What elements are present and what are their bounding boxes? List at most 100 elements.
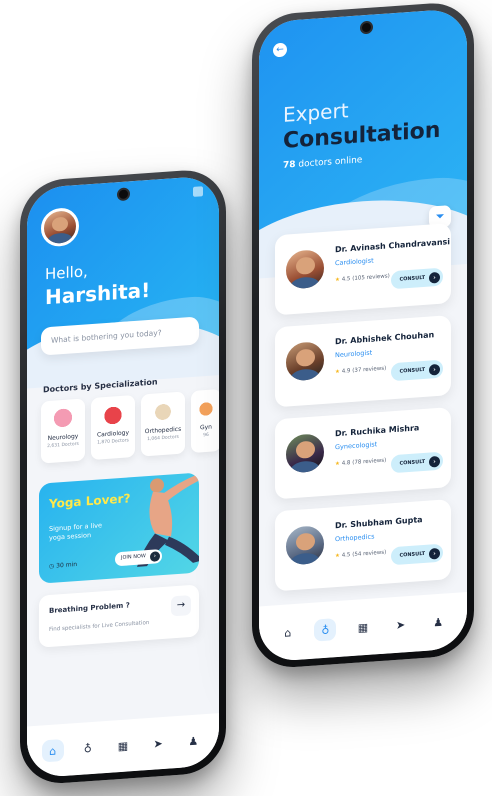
tab-doctors[interactable]: ♁: [314, 618, 337, 642]
tab-calendar[interactable]: ▦: [352, 615, 374, 639]
review-count: (54 reviews): [352, 549, 387, 558]
gynecology-icon: [199, 397, 213, 421]
tab-home[interactable]: ⌂: [41, 738, 64, 763]
breathing-title: Breathing Problem ?: [49, 601, 130, 615]
menu-icon[interactable]: [193, 186, 203, 197]
doctor-name: Dr. Abhishek Chouhan: [335, 330, 435, 347]
arrow-right-icon: ›: [429, 271, 440, 284]
arrow-right-icon[interactable]: →: [171, 595, 191, 617]
consult-button[interactable]: CONSULT ›: [391, 359, 443, 382]
consult-label: CONSULT: [399, 274, 425, 283]
user-icon: ♟: [433, 615, 444, 629]
page-title-line1: Expert: [283, 98, 349, 127]
consult-label: CONSULT: [399, 458, 425, 467]
specialization-count: 1,064 Doctors: [147, 434, 179, 443]
specialization-card-cardiology[interactable]: Cardiology 1,870 Doctors: [91, 394, 135, 461]
tab-messages[interactable]: ➤: [390, 613, 412, 637]
doctor-specialty: Orthopedics: [335, 532, 375, 544]
home-icon: ⌂: [284, 625, 292, 640]
heart-icon: [102, 403, 124, 428]
doctor-card[interactable]: Dr. Shubham Gupta Orthopedics ★ 4.5 (54 …: [275, 499, 451, 592]
promo-duration-text: 30 min: [56, 561, 78, 570]
doctor-card[interactable]: Dr. Abhishek Chouhan Neurologist ★ 4.9 (…: [275, 315, 451, 408]
review-count: (105 reviews): [352, 273, 390, 282]
tab-profile[interactable]: ♟: [182, 729, 204, 753]
rating-value: 4.5: [341, 552, 351, 559]
review-count: (37 reviews): [352, 365, 387, 374]
doctor-avatar: [283, 429, 327, 477]
promo-subtitle: Signup for a live yoga session: [49, 521, 102, 542]
tab-messages[interactable]: ➤: [147, 732, 169, 756]
specialization-card-neurology[interactable]: Neurology 2,631 Doctors: [41, 398, 85, 464]
specialization-card-orthopedics[interactable]: Orthopedics 1,064 Doctors: [141, 391, 185, 457]
doctor-card[interactable]: Dr. Ruchika Mishra Gynecologist ★ 4.8 (7…: [275, 407, 451, 500]
consultation-screen: ← Expert Consultation 78 doctors online …: [259, 7, 467, 663]
join-now-label: JOIN NOW: [121, 553, 146, 561]
arrow-right-icon: ›: [429, 363, 440, 376]
doctor-name: Dr. Shubham Gupta: [335, 515, 423, 531]
specialization-count: 96: [203, 432, 209, 439]
arrow-right-icon: ›: [429, 547, 440, 560]
consult-button[interactable]: CONSULT ›: [391, 543, 443, 566]
send-icon: ➤: [395, 617, 406, 632]
doctor-rating: ★ 4.9 (37 reviews): [335, 366, 386, 376]
arrow-right-icon: ›: [149, 551, 160, 562]
rating-value: 4.9: [341, 368, 351, 375]
breathing-subtitle: Find specialists for Live Consultation: [49, 619, 150, 633]
stethoscope-icon: ♁: [83, 741, 92, 756]
stethoscope-icon: ♁: [321, 623, 330, 637]
arrow-right-icon: ›: [429, 455, 440, 468]
calendar-icon: ▦: [117, 738, 129, 753]
bottom-tab-bar: ⌂ ♁ ▦ ➤ ♟: [259, 591, 467, 663]
brain-icon: [52, 407, 74, 431]
calendar-icon: ▦: [357, 620, 369, 635]
doctor-rating: ★ 4.5 (54 reviews): [335, 550, 386, 560]
consult-button[interactable]: CONSULT ›: [391, 451, 443, 474]
specialization-count: 1,870 Doctors: [97, 438, 129, 446]
phone-right: ← Expert Consultation 78 doctors online …: [252, 0, 474, 670]
home-icon: ⌂: [49, 743, 57, 758]
rating-value: 4.5: [341, 276, 351, 283]
doctor-name: Dr. Avinash Chandravansi: [335, 237, 451, 255]
doctor-avatar: [283, 245, 327, 293]
filter-icon: ⏷: [435, 209, 445, 224]
doctor-name: Dr. Ruchika Mishra: [335, 423, 420, 439]
bone-icon: [152, 400, 174, 424]
phone-left: Hello, Harshita! What is bothering you t…: [20, 167, 226, 786]
review-count: (78 reviews): [352, 457, 387, 466]
doctor-rating: ★ 4.8 (78 reviews): [335, 458, 386, 468]
yoga-promo-card[interactable]: Yoga Lover? Signup for a live yoga sessi…: [39, 472, 199, 584]
consult-label: CONSULT: [399, 366, 425, 375]
promo-title: Yoga Lover?: [49, 491, 131, 511]
breathing-problem-card[interactable]: Breathing Problem ? Find specialists for…: [39, 584, 199, 648]
doctor-rating: ★ 4.5 (105 reviews): [335, 273, 390, 283]
tab-doctors[interactable]: ♁: [77, 736, 99, 760]
home-screen: Hello, Harshita! What is bothering you t…: [27, 175, 219, 779]
doctor-avatar: [283, 521, 327, 569]
consult-button[interactable]: CONSULT ›: [391, 267, 443, 290]
doctor-specialty: Gynecologist: [335, 440, 378, 452]
tab-calendar[interactable]: ▦: [112, 734, 134, 758]
tab-profile[interactable]: ♟: [427, 610, 449, 634]
star-icon: ★: [335, 552, 340, 560]
doctor-card[interactable]: Dr. Avinash Chandravansi Cardiologist ★ …: [275, 223, 451, 316]
greeting-text: Hello,: [45, 262, 88, 284]
specialization-card-gynecology[interactable]: Gyn 96: [191, 388, 219, 454]
star-icon: ★: [335, 460, 340, 468]
send-icon: ➤: [153, 736, 163, 751]
tab-home[interactable]: ⌂: [277, 621, 299, 645]
search-placeholder: What is bothering you today?: [51, 328, 162, 345]
consult-label: CONSULT: [399, 550, 425, 559]
specialization-label: Gyn: [199, 423, 212, 432]
promo-duration: ◷ 30 min: [49, 561, 77, 570]
specialization-count: 2,631 Doctors: [47, 441, 79, 450]
doctor-avatar: [283, 337, 327, 385]
star-icon: ★: [335, 368, 340, 376]
doctor-specialty: Neurologist: [335, 348, 373, 360]
clock-icon: ◷: [49, 562, 55, 570]
user-icon: ♟: [188, 734, 199, 748]
doctor-specialty: Cardiologist: [335, 256, 374, 268]
star-icon: ★: [335, 276, 340, 284]
bottom-tab-bar: ⌂ ♁ ▦ ➤ ♟: [27, 713, 219, 779]
arrow-left-icon: ←: [276, 44, 284, 56]
